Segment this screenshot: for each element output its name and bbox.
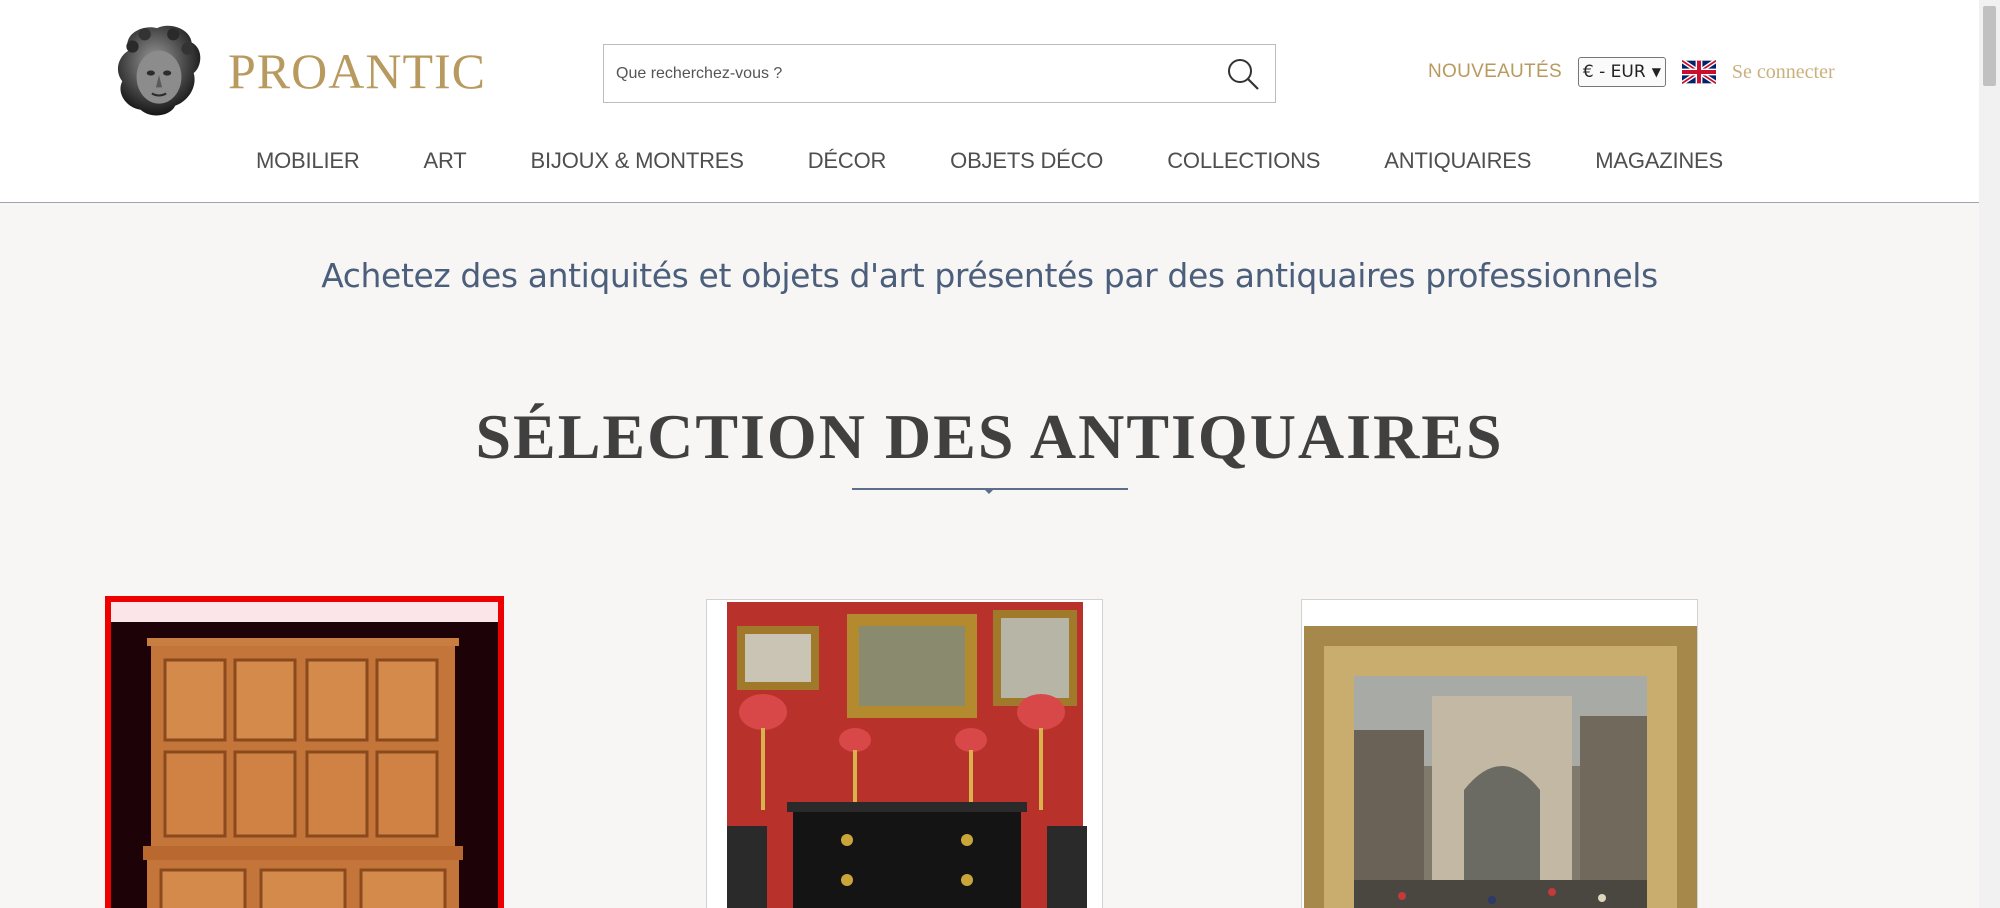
- chevron-down-icon: ▼: [1651, 65, 1661, 79]
- page-scrollbar[interactable]: [1979, 0, 2000, 908]
- search-box: [603, 44, 1276, 103]
- product-image-painting: [1302, 600, 1697, 908]
- nav-item-objets-deco[interactable]: OBJETS DÉCO: [918, 148, 1135, 178]
- site-tagline: Achetez des antiquités et objets d'art p…: [321, 256, 1658, 295]
- new-arrivals-link[interactable]: NOUVEAUTÉS: [1428, 61, 1562, 83]
- product-card-salon[interactable]: [706, 599, 1103, 908]
- currency-value: € - EUR: [1582, 62, 1646, 82]
- login-link[interactable]: Se connecter: [1732, 61, 1835, 84]
- uk-flag-icon[interactable]: [1681, 60, 1716, 84]
- nav-item-bijoux-montres[interactable]: BIJOUX & MONTRES: [499, 148, 776, 178]
- product-image-cupboard: [111, 602, 498, 908]
- scrollbar-thumb[interactable]: [1983, 6, 1996, 86]
- product-card-cupboard[interactable]: [105, 596, 504, 908]
- main-nav: MOBILIER ART BIJOUX & MONTRES DÉCOR OBJE…: [0, 148, 1979, 178]
- section-title: SÉLECTION DES ANTIQUAIRES: [475, 401, 1504, 472]
- site-logo[interactable]: PROANTIC: [108, 20, 486, 122]
- nav-item-mobilier[interactable]: MOBILIER: [224, 148, 392, 178]
- search-icon[interactable]: [1225, 56, 1261, 92]
- nav-item-antiquaires[interactable]: ANTIQUAIRES: [1352, 148, 1563, 178]
- nav-item-magazines[interactable]: MAGAZINES: [1563, 148, 1755, 178]
- nav-item-collections[interactable]: COLLECTIONS: [1135, 148, 1352, 178]
- logo-head-icon: [117, 25, 201, 116]
- product-card-painting[interactable]: [1301, 599, 1698, 908]
- header-utilities: NOUVEAUTÉS € - EUR ▼ Se connecter: [1428, 56, 1835, 88]
- product-image-salon: [707, 600, 1102, 908]
- nav-item-art[interactable]: ART: [392, 148, 499, 178]
- search-input[interactable]: [616, 59, 1196, 89]
- nav-item-decor[interactable]: DÉCOR: [776, 148, 918, 178]
- diamond-divider-icon: [983, 488, 995, 494]
- site-header: PROANTIC NOUVEAUTÉS € - EUR ▼ Se connect…: [0, 0, 1979, 203]
- logo-text: PROANTIC: [228, 43, 487, 99]
- currency-select[interactable]: € - EUR ▼: [1577, 57, 1666, 87]
